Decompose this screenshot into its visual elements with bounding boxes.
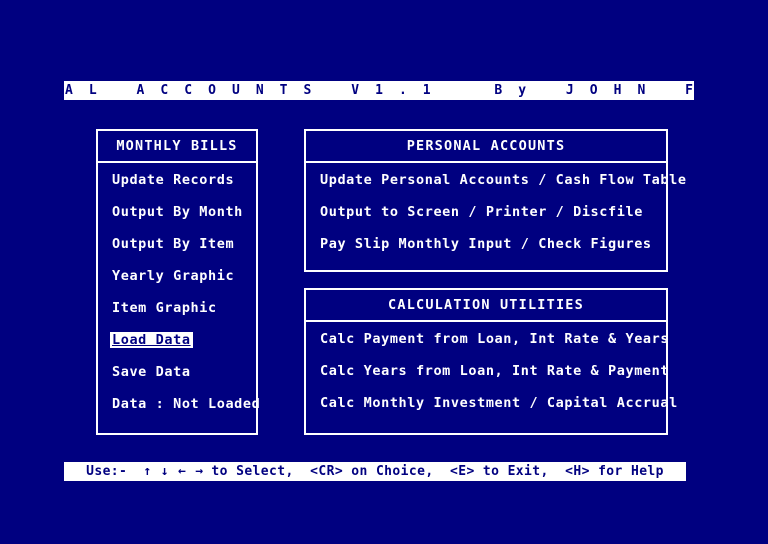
panel-monthly-bills-body: Update Records Output By Month Output By…	[98, 163, 260, 412]
menu-item-output-to-screen[interactable]: Output to Screen / Printer / Discfile	[318, 204, 645, 220]
menu-item-yearly-graphic[interactable]: Yearly Graphic	[110, 268, 236, 284]
status-bar-prefix: Use:-	[86, 464, 136, 479]
app-title-text: P E R S O N A L A C C O U N T S V 1 . 1 …	[0, 83, 768, 98]
panel-monthly-bills-header: MONTHLY BILLS	[98, 131, 256, 163]
menu-item-update-records[interactable]: Update Records	[110, 172, 236, 188]
application-screen: P E R S O N A L A C C O U N T S V 1 . 1 …	[0, 0, 768, 544]
menu-item-item-graphic[interactable]: Item Graphic	[110, 300, 219, 316]
panel-calculation-utilities-header: CALCULATION UTILITIES	[306, 290, 666, 322]
panel-personal-accounts-body: Update Personal Accounts / Cash Flow Tab…	[306, 163, 686, 252]
menu-item-calc-monthly-investment[interactable]: Calc Monthly Investment / Capital Accrua…	[318, 395, 680, 411]
menu-item-load-data[interactable]: Load Data	[110, 332, 193, 348]
menu-item-pay-slip-monthly-input[interactable]: Pay Slip Monthly Input / Check Figures	[318, 236, 654, 252]
status-bar: Use:- ↑ ↓ ← → to Select, <CR> on Choice,…	[64, 462, 686, 481]
status-bar-suffix: to Select, <CR> on Choice, <E> to Exit, …	[211, 464, 664, 479]
menu-item-update-personal-accounts[interactable]: Update Personal Accounts / Cash Flow Tab…	[318, 172, 689, 188]
menu-item-save-data[interactable]: Save Data	[110, 364, 193, 380]
panel-personal-accounts: PERSONAL ACCOUNTS Update Personal Accoun…	[304, 129, 686, 272]
menu-item-calc-years-from-loan[interactable]: Calc Years from Loan, Int Rate & Payment	[318, 363, 671, 379]
panel-monthly-bills: MONTHLY BILLS Update Records Output By M…	[96, 129, 260, 435]
menu-item-output-by-item[interactable]: Output By Item	[110, 236, 236, 252]
panel-calculation-utilities-body: Calc Payment from Loan, Int Rate & Years…	[306, 322, 677, 411]
arrow-up-icon: ↑	[143, 464, 152, 479]
app-title-bar: P E R S O N A L A C C O U N T S V 1 . 1 …	[0, 81, 765, 100]
panel-calculation-utilities: CALCULATION UTILITIES Calc Payment from …	[304, 288, 677, 435]
arrow-key-hints: ↑ ↓ ← →	[135, 465, 211, 478]
panel-personal-accounts-header: PERSONAL ACCOUNTS	[306, 131, 666, 163]
arrow-down-icon: ↓	[160, 464, 169, 479]
arrow-left-icon: ←	[177, 464, 187, 479]
menu-item-calc-payment-from-loan[interactable]: Calc Payment from Loan, Int Rate & Years	[318, 331, 671, 347]
status-bar-text: Use:- ↑ ↓ ← → to Select, <CR> on Choice,…	[86, 462, 664, 481]
arrow-right-icon: →	[195, 464, 204, 479]
menu-item-output-by-month[interactable]: Output By Month	[110, 204, 245, 220]
status-data-loaded: Data : Not Loaded	[112, 396, 261, 412]
